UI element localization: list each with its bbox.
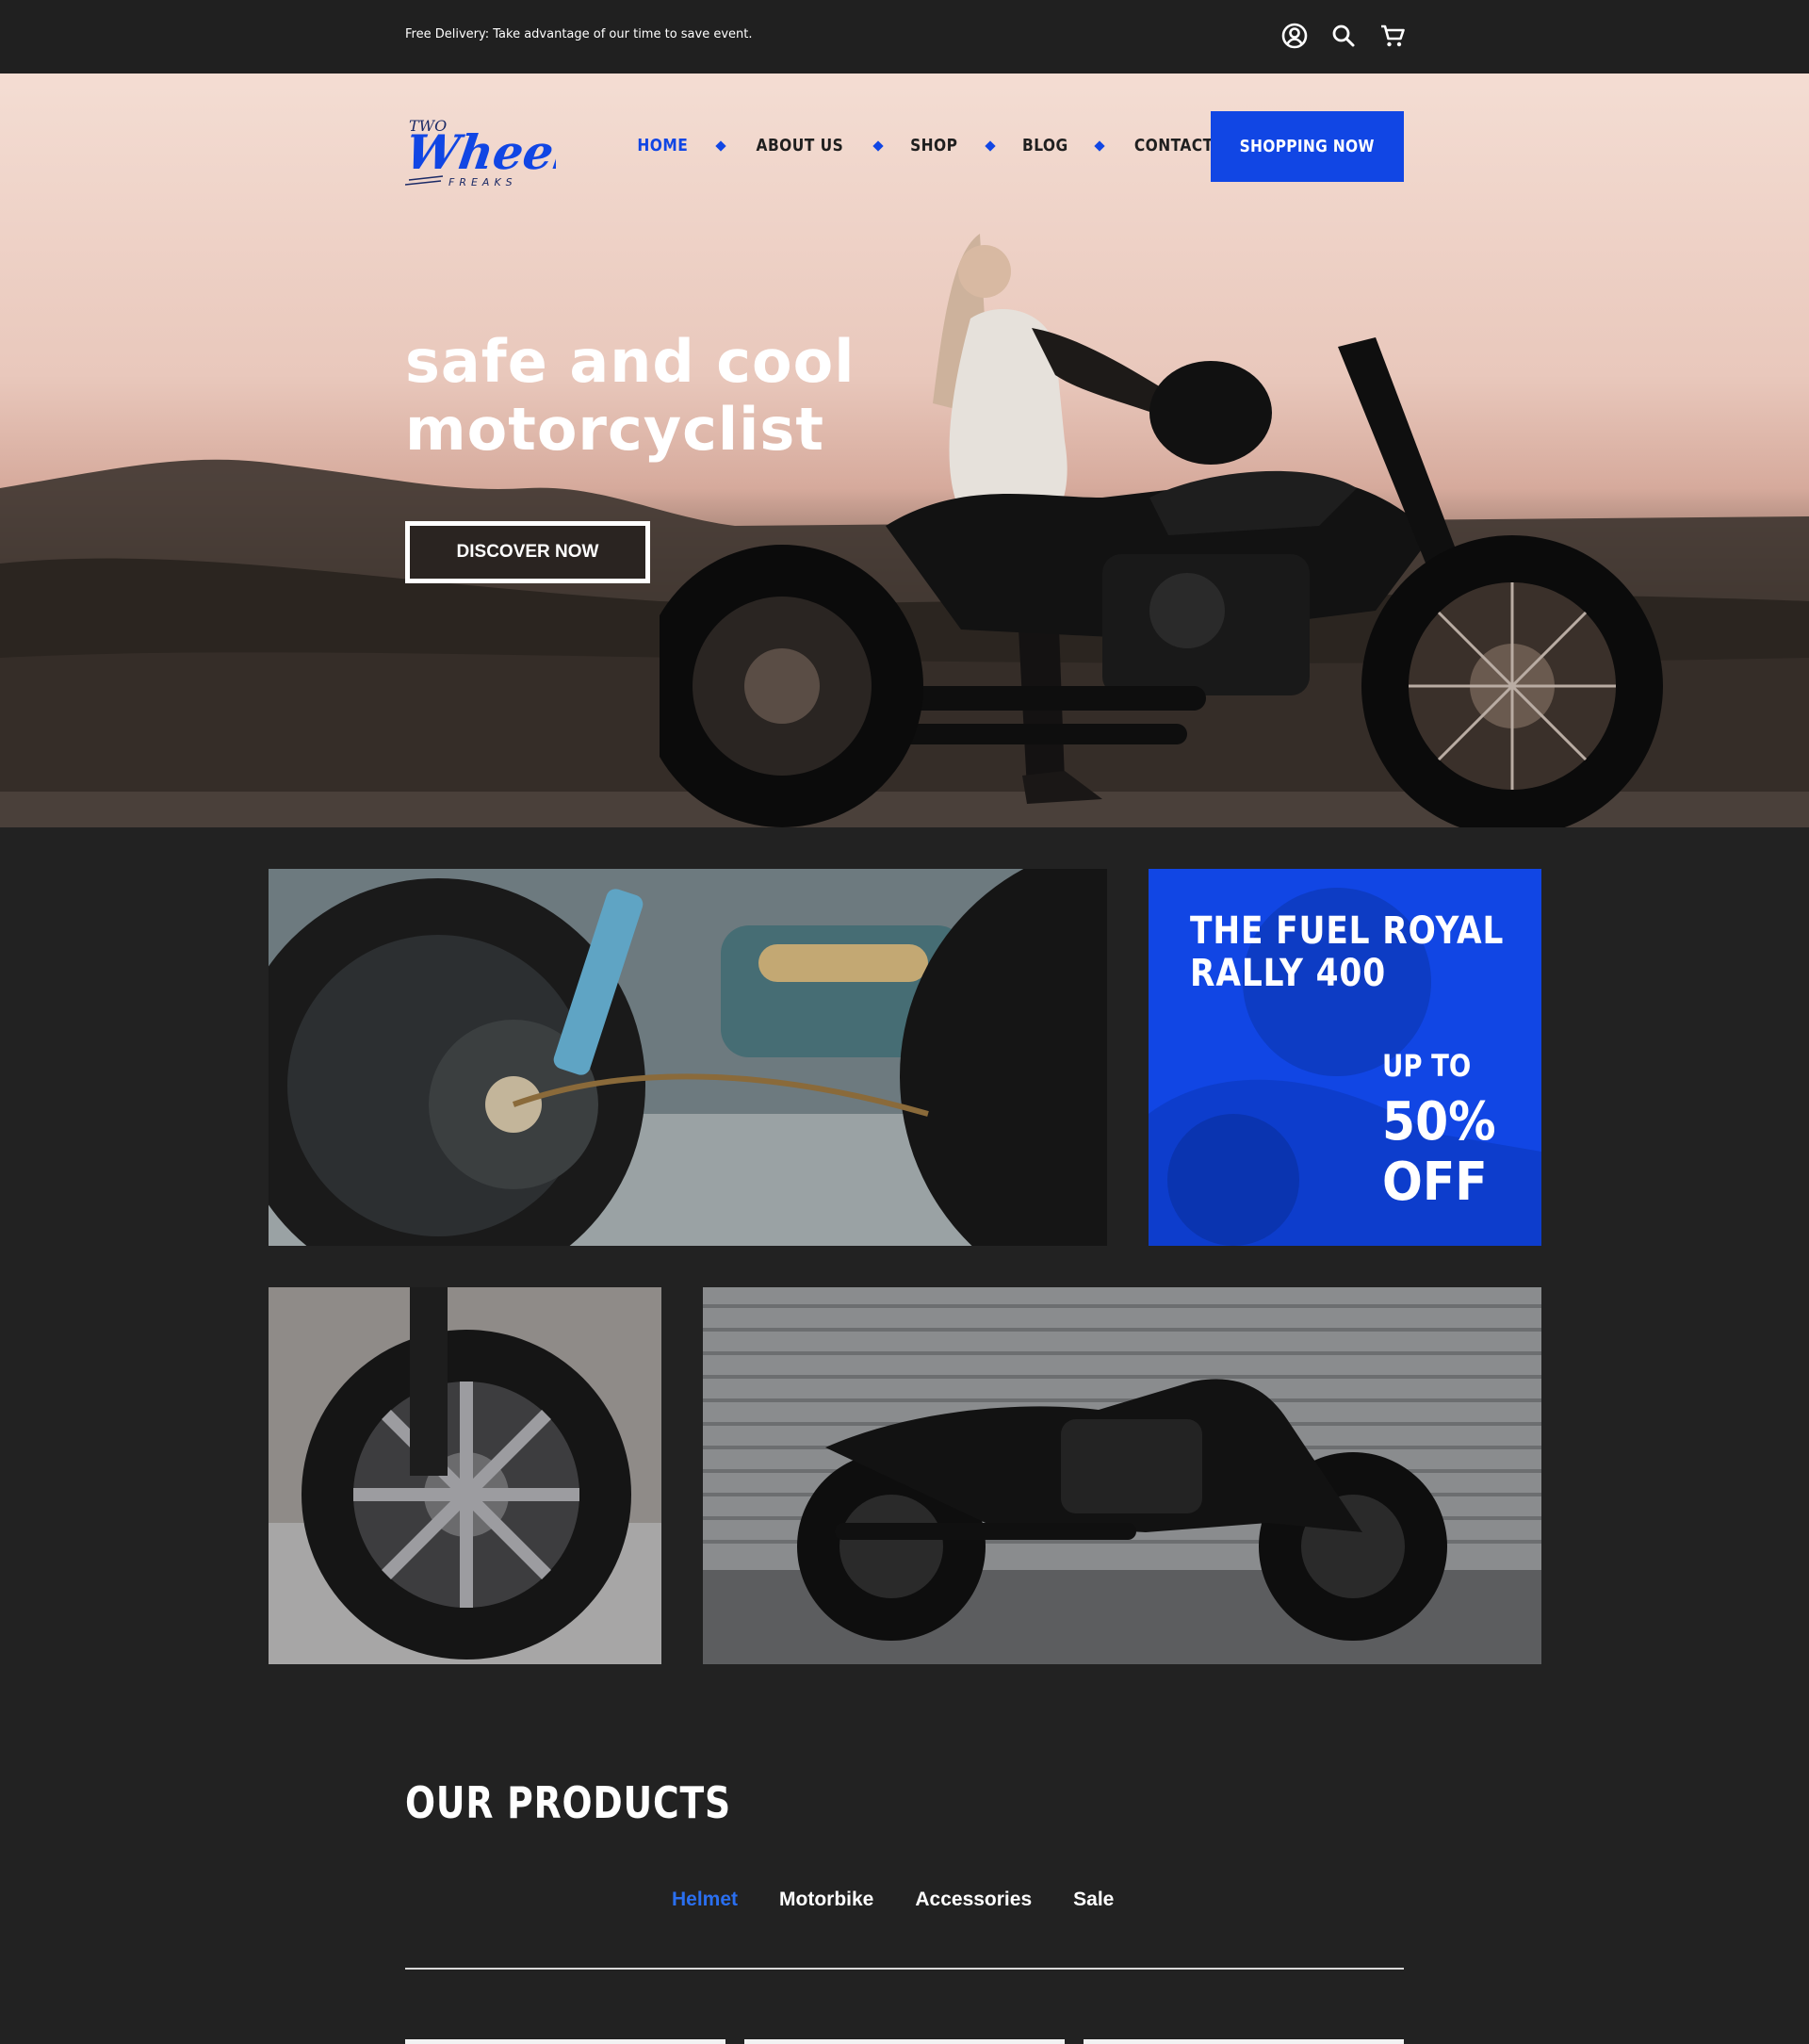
product-tabs: Helmet Motorbike Accessories Sale (672, 1889, 1114, 1911)
nav-separator (985, 139, 996, 152)
hero-title-line-2: motorcyclist (405, 395, 824, 464)
nav-about-us[interactable]: ABOUT US (756, 136, 843, 155)
product-card[interactable] (744, 2039, 1065, 2044)
hero-motorcycle-image (660, 234, 1663, 827)
hero-section: TWO Wheels FREAKS HOME ABOUT US SHOP BLO… (0, 74, 1809, 827)
promo-title-line-2: RALLY 400 (1190, 952, 1387, 995)
search-icon[interactable] (1328, 21, 1359, 51)
svg-text:Wheels: Wheels (405, 124, 556, 180)
hero-title: safe and cool motorcyclist (405, 328, 895, 464)
brand-logo[interactable]: TWO Wheels FREAKS (402, 106, 601, 191)
promo-up-to: UP TO (1382, 1048, 1472, 1084)
hero-title-line-1: safe and cool (405, 327, 856, 396)
nav-blog[interactable]: BLOG (1022, 136, 1068, 155)
nav-home[interactable]: HOME (637, 136, 688, 155)
nav-separator (1094, 139, 1106, 152)
tab-motorbike[interactable]: Motorbike (779, 1889, 873, 1911)
tab-sale[interactable]: Sale (1073, 1889, 1114, 1911)
main-nav: HOME ABOUT US SHOP BLOG CONTACT (633, 136, 1220, 155)
discover-now-button[interactable]: DISCOVER NOW (405, 521, 650, 583)
promo-text: Free Delivery: Take advantage of our tim… (405, 27, 753, 41)
shopping-now-label: SHOPPING NOW (1239, 137, 1376, 156)
tab-helmet[interactable]: Helmet (672, 1889, 738, 1911)
products-divider (405, 1968, 1404, 1970)
products-title: OUR PRODUCTS (405, 1777, 731, 1828)
gallery-rear-wheel-image[interactable] (269, 869, 1107, 1246)
product-cards-row (405, 2039, 1404, 2044)
promo-off: OFF (1382, 1152, 1488, 1213)
nav-separator (872, 139, 884, 152)
promo-title: THE FUEL ROYAL RALLY 400 (1190, 910, 1530, 995)
product-card[interactable] (405, 2039, 725, 2044)
gallery-black-motorcycle-image[interactable] (703, 1287, 1541, 1664)
promo-percent: 50% (1382, 1091, 1496, 1153)
top-bar: Free Delivery: Take advantage of our tim… (0, 0, 1809, 74)
account-icon[interactable] (1279, 21, 1310, 51)
promo-card-fuel-royal[interactable]: THE FUEL ROYAL RALLY 400 UP TO 50% OFF (1149, 869, 1541, 1246)
gallery-front-wheel-image[interactable] (269, 1287, 661, 1664)
promo-title-line-1: THE FUEL ROYAL (1190, 909, 1505, 953)
nav-shop[interactable]: SHOP (910, 136, 957, 155)
tab-accessories[interactable]: Accessories (915, 1889, 1032, 1911)
cart-icon[interactable] (1377, 21, 1408, 51)
svg-text:FREAKS: FREAKS (448, 176, 517, 188)
nav-contact[interactable]: CONTACT (1134, 136, 1214, 155)
product-card[interactable] (1084, 2039, 1404, 2044)
nav-separator (714, 139, 726, 152)
topbar-icons (1279, 21, 1408, 51)
shopping-now-button[interactable]: SHOPPING NOW (1211, 111, 1404, 182)
